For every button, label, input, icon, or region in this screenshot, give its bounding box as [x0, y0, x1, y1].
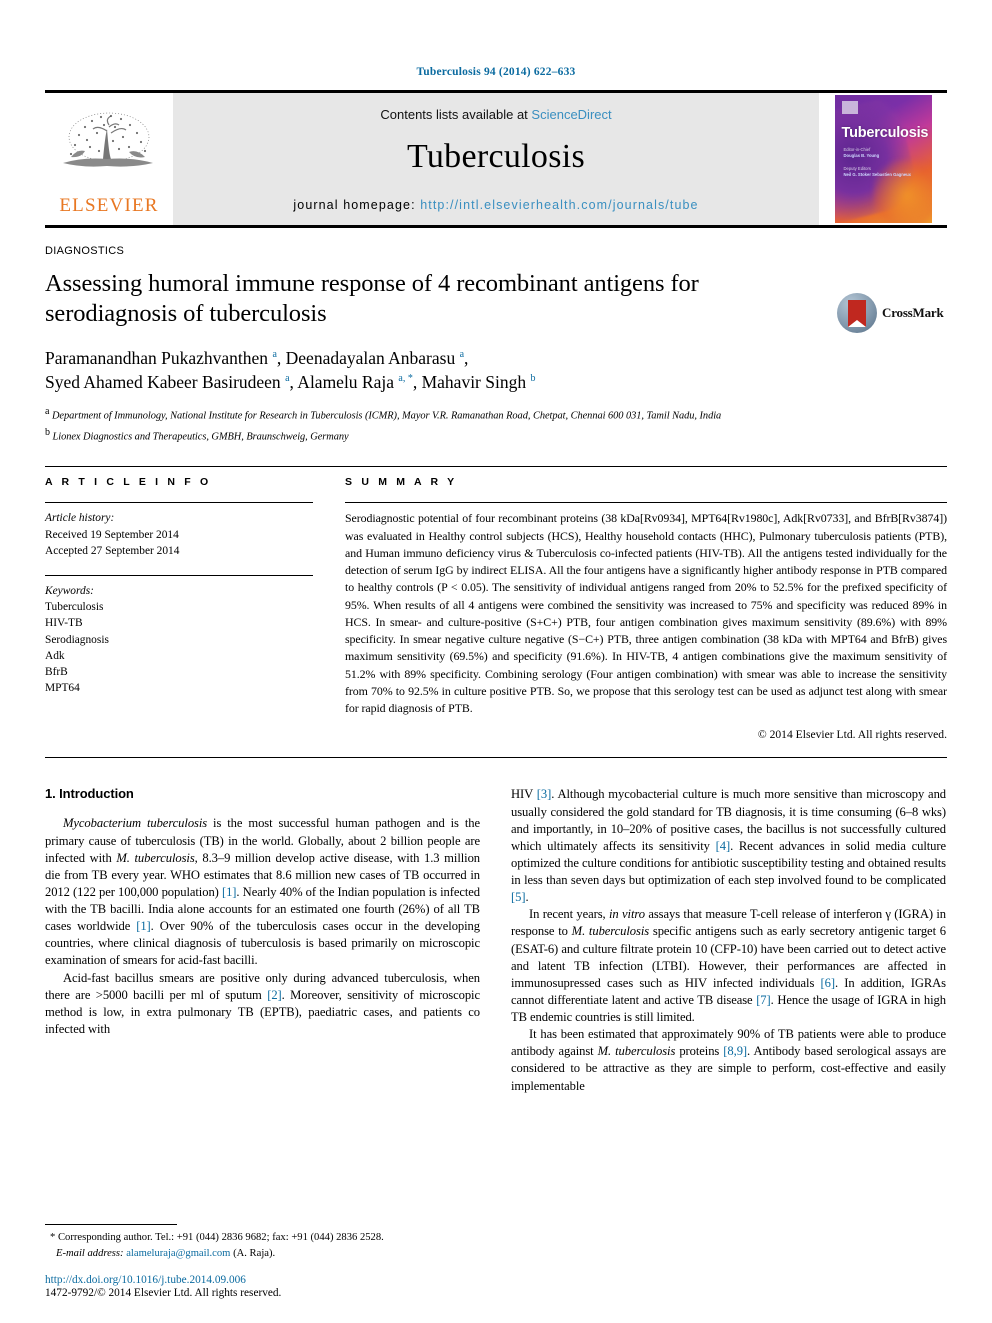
keyword-item: HIV-TB [45, 617, 83, 630]
banner-center: Contents lists available at ScienceDirec… [173, 93, 819, 225]
email-label: E-mail address: [56, 1247, 124, 1259]
paragraph: In recent years, in vitro assays that me… [511, 907, 947, 1025]
sciencedirect-link[interactable]: ScienceDirect [531, 107, 611, 122]
crossmark-book-shape [848, 300, 866, 327]
citation-ref[interactable]: [5] [511, 890, 526, 904]
citation-ref[interactable]: [1] [222, 885, 237, 899]
cover-deputy-label: Deputy Editors [843, 165, 871, 171]
citation-ref[interactable]: [3] [537, 787, 552, 801]
page-title: Assessing humoral immune response of 4 r… [45, 270, 699, 327]
article-history-block: Article history: Received 19 September 2… [45, 502, 313, 559]
cover-deputy-names: Neil G. Stoker Sebastien Gagneux [843, 172, 912, 178]
copyright-line: © 2014 Elsevier Ltd. All rights reserved… [757, 728, 947, 742]
summary-rule: Serodiagnostic potential of four recombi… [345, 502, 947, 741]
citation-ref[interactable]: [1] [136, 919, 151, 933]
article-info-column: Article history: Received 19 September 2… [45, 502, 345, 741]
author-line-1: Paramanandhan Pukazhvanthen a, Deenadaya… [45, 347, 469, 368]
summary-column: Serodiagnostic potential of four recombi… [345, 502, 947, 741]
contents-prefix: Contents lists available at [380, 107, 528, 122]
keywords-label: Keywords: [45, 585, 94, 597]
email-suffix: (A. Raja). [233, 1247, 276, 1259]
email-link[interactable]: alameluraja@gmail.com [126, 1248, 230, 1259]
running-head: Tuberculosis 94 (2014) 622–633 [416, 66, 576, 78]
article-category: DIAGNOSTICS [45, 245, 125, 257]
band-headings: A R T I C L E I N F O S U M M A R Y [45, 467, 947, 488]
elsevier-wordmark: ELSEVIER [59, 195, 159, 216]
journal-article-page: Tuberculosis 94 (2014) 622–633 ELSEVIER … [0, 0, 992, 1323]
cover-elsevier-mark [841, 101, 858, 114]
journal-homepage-line: journal homepage: http://intl.elsevierhe… [293, 198, 698, 212]
page-footnote: * Corresponding author. Tel.: +91 (044) … [45, 1224, 480, 1299]
corresponding-marker: * [50, 1232, 56, 1244]
contents-available-line: Contents lists available at ScienceDirec… [380, 107, 611, 122]
summary-heading: S U M M A R Y [345, 476, 458, 489]
band-body: Article history: Received 19 September 2… [45, 502, 947, 741]
article-info-heading: A R T I C L E I N F O [45, 476, 212, 489]
author-line-2: Syed Ahamed Kabeer Basirudeen a, Alamelu… [45, 371, 536, 392]
crossmark-label: CrossMark [882, 305, 944, 320]
citation-ref[interactable]: [7] [756, 993, 771, 1007]
keyword-item: Adk [45, 649, 65, 662]
journal-title: Tuberculosis [406, 138, 586, 175]
cover-editor-name: Douglas B. Young [843, 153, 880, 159]
affiliation-a-text: Department of Immunology, National Insti… [51, 410, 722, 422]
section-heading-introduction: 1. Introduction [45, 786, 134, 802]
keyword-item: Tuberculosis [45, 601, 104, 614]
citation-ref[interactable]: [6] [821, 976, 836, 990]
cover-title: Tuberculosis [841, 125, 929, 141]
citation-ref[interactable]: [8,9] [723, 1044, 747, 1058]
history-accepted: Accepted 27 September 2014 [45, 544, 180, 557]
journal-cover-container: Tuberculosis Editor-in-Chief Douglas B. … [819, 93, 947, 225]
paragraph: Mycobacterium tuberculosis is the most s… [45, 816, 481, 968]
keyword-item: Serodiagnosis [45, 633, 109, 646]
abstract-text: Serodiagnostic potential of four recombi… [345, 511, 947, 716]
history-received: Received 19 September 2014 [45, 528, 179, 541]
keyword-item: BfrB [45, 665, 68, 678]
footnote-divider [45, 1224, 177, 1226]
body-column-right: HIV [3]. Although mycobacterial culture … [511, 786, 946, 1094]
history-label: Article history: [45, 512, 115, 525]
corresponding-author-note: * Corresponding author. Tel.: +91 (044) … [45, 1230, 480, 1261]
paragraph: Acid-fast bacillus smears are positive o… [45, 970, 480, 1036]
article-history: Article history: Received 19 September 2… [45, 510, 313, 559]
body-column-left: 1. Introduction Mycobacterium tuberculos… [45, 786, 480, 1094]
paragraph: HIV [3]. Although mycobacterial culture … [511, 787, 947, 905]
doi-link[interactable]: http://dx.doi.org/10.1016/j.tube.2014.09… [45, 1274, 480, 1286]
homepage-prefix: journal homepage: [293, 198, 416, 212]
author-list: Paramanandhan Pukazhvanthen a, Deenadaya… [45, 347, 785, 395]
cover-editor-block: Editor-in-Chief Douglas B. Young Deputy … [844, 147, 912, 178]
cover-editor-label: Editor-in-Chief [843, 147, 871, 152]
paragraph: It has been estimated that approximately… [511, 1027, 946, 1093]
band-bottom-rule [45, 757, 947, 759]
info-summary-band: A R T I C L E I N F O S U M M A R Y Arti… [45, 466, 947, 759]
journal-cover-thumbnail[interactable]: Tuberculosis Editor-in-Chief Douglas B. … [834, 95, 932, 223]
elsevier-logo: ELSEVIER [45, 93, 173, 225]
crossmark-icon [837, 293, 877, 333]
keywords-block: Keywords: Tuberculosis HIV-TB Serodiagno… [45, 575, 313, 696]
crossmark-badge[interactable]: CrossMark [837, 288, 947, 338]
citation-ref[interactable]: [4] [716, 839, 731, 853]
citation-ref[interactable]: [2] [267, 988, 282, 1002]
keyword-item: MPT64 [45, 682, 80, 695]
journal-banner: ELSEVIER Contents lists available at Sci… [45, 90, 947, 228]
affiliation-a: a Department of Immunology, National Ins… [45, 406, 722, 422]
issn-copyright-line: 1472-9792/© 2014 Elsevier Ltd. All right… [45, 1287, 282, 1299]
article-body: 1. Introduction Mycobacterium tuberculos… [45, 786, 947, 1094]
corresponding-text: Corresponding author. Tel.: +91 (044) 28… [57, 1232, 384, 1244]
affiliation-b: b Lionex Diagnostics and Therapeutics, G… [45, 426, 349, 443]
homepage-url-link[interactable]: http://intl.elsevierhealth.com/journals/… [420, 198, 698, 212]
affiliation-b-text: Lionex Diagnostics and Therapeutics, GMB… [52, 431, 349, 443]
elsevier-tree-icon [63, 112, 153, 167]
